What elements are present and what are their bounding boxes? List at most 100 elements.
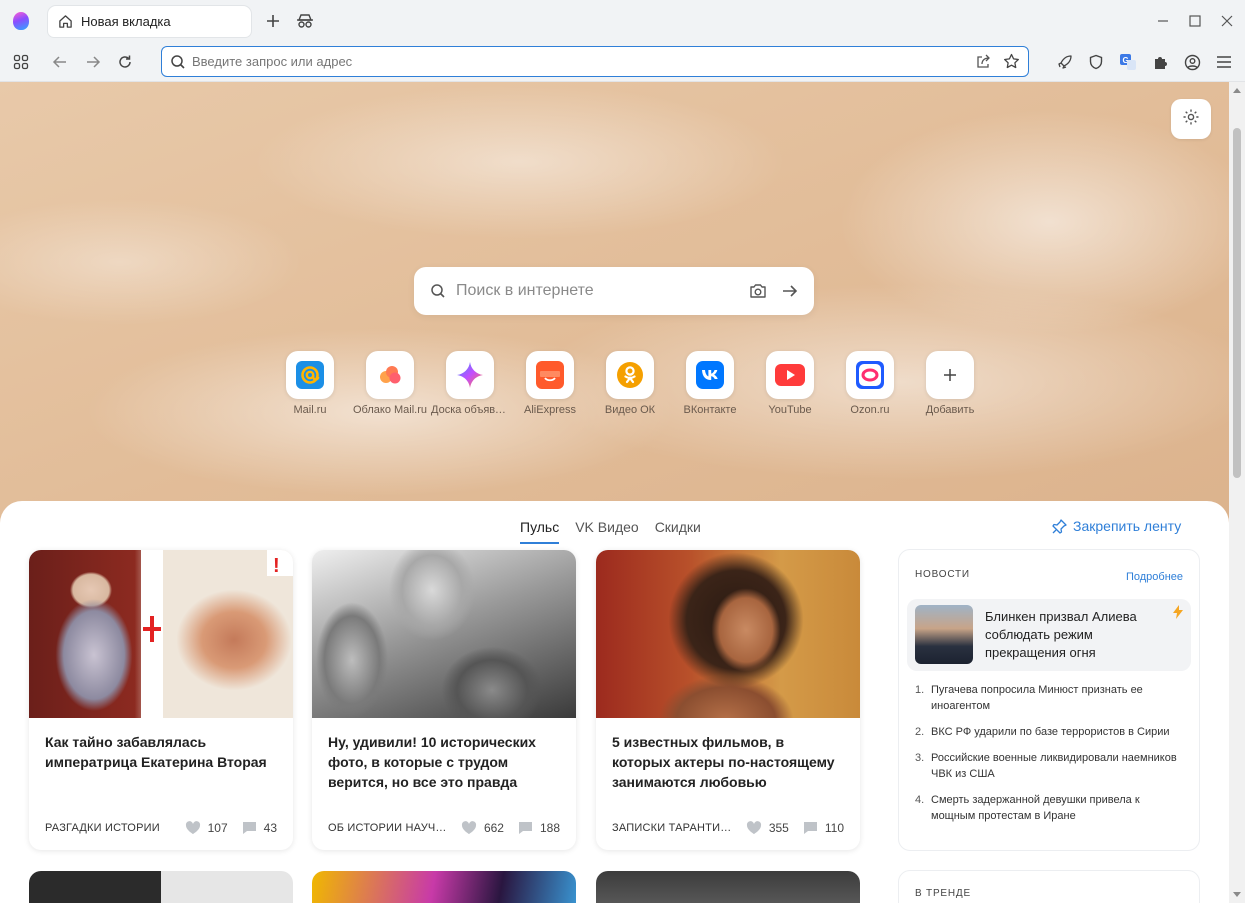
search-icon	[170, 54, 186, 75]
tile-aliexpress[interactable]: AliExpress	[510, 351, 590, 416]
address-bar[interactable]	[161, 46, 1029, 77]
feed-tabs: Пульс VK Видео Скидки	[520, 519, 717, 544]
mailru-icon	[286, 351, 334, 399]
translate-icon[interactable]: G	[1118, 52, 1138, 72]
close-window-button[interactable]	[1216, 10, 1238, 32]
shield-icon[interactable]	[1086, 52, 1106, 72]
cloud-icon	[366, 351, 414, 399]
rocket-icon[interactable]	[1055, 52, 1075, 72]
page-settings-button[interactable]	[1171, 99, 1211, 139]
svg-text:!: !	[273, 555, 280, 577]
like-counter[interactable]: 355	[746, 821, 789, 835]
menu-icon[interactable]	[1214, 52, 1234, 72]
tile-mailru[interactable]: Mail.ru	[270, 351, 350, 416]
lightning-icon	[1173, 605, 1183, 622]
apps-grid-icon[interactable]	[11, 52, 31, 72]
tab-pulse[interactable]: Пульс	[520, 519, 560, 544]
news-top-story[interactable]: Блинкен призвал Алиева соблюдать режим п…	[907, 599, 1191, 671]
news-thumbnail	[915, 605, 973, 664]
arrow-right-icon[interactable]	[780, 281, 800, 306]
card-source[interactable]: РАЗГАДКИ ИСТОРИИ	[45, 822, 171, 834]
gear-icon	[1182, 108, 1200, 131]
browser-logo-icon[interactable]	[13, 12, 29, 30]
content-feed: Пульс VK Видео Скидки Закрепить ленту ! …	[0, 501, 1229, 903]
extensions-puzzle-icon[interactable]	[1150, 52, 1170, 72]
scroll-thumb[interactable]	[1233, 128, 1241, 478]
reload-button[interactable]	[115, 52, 135, 72]
tile-cloud[interactable]: Облако Mail.ru	[350, 351, 430, 416]
tile-ozon[interactable]: Ozon.ru	[830, 351, 910, 416]
youtube-icon	[766, 351, 814, 399]
card-meta: ЗАПИСКИ ТАРАНТИНО 355 110	[612, 821, 844, 835]
tile-vk[interactable]: ВКонтакте	[670, 351, 750, 416]
comment-icon	[803, 822, 817, 834]
comment-icon	[518, 822, 532, 834]
scroll-down-arrow-icon[interactable]	[1233, 892, 1241, 897]
card-image	[596, 550, 860, 718]
maximize-button[interactable]	[1184, 10, 1206, 32]
toolbar: G	[0, 42, 1245, 82]
news-list: 1. Пугачева попросила Минюст признать ее …	[915, 682, 1185, 834]
card-source[interactable]: ОБ ИСТОРИИ НАУЧНО	[328, 822, 447, 834]
new-tab-page: Mail.ru Облако Mail.ru Доска объявлений …	[0, 82, 1229, 903]
feed-card-partial[interactable]	[596, 871, 860, 903]
heart-icon	[746, 821, 761, 834]
address-input[interactable]	[192, 54, 952, 69]
news-top-title: Блинкен призвал Алиева соблюдать режим п…	[985, 609, 1137, 660]
card-meta: РАЗГАДКИ ИСТОРИИ 107 43	[45, 821, 277, 835]
comment-counter[interactable]: 110	[803, 821, 844, 835]
scroll-up-arrow-icon[interactable]	[1233, 88, 1241, 93]
camera-icon[interactable]	[748, 281, 768, 306]
news-header: НОВОСТИ	[915, 569, 970, 580]
back-button[interactable]	[50, 52, 70, 72]
aliexpress-icon	[526, 351, 574, 399]
comment-counter[interactable]: 43	[242, 821, 277, 835]
tile-add[interactable]: Добавить	[910, 351, 990, 416]
tab-title: Новая вкладка	[81, 14, 171, 29]
feed-card[interactable]: 5 известных фильмов, в которых актеры по…	[596, 550, 860, 850]
profile-icon[interactable]	[1182, 52, 1202, 72]
news-item[interactable]: 1. Пугачева попросила Минюст признать ее …	[915, 682, 1185, 714]
tab-vk-video[interactable]: VK Видео	[575, 519, 638, 544]
web-search-input[interactable]	[456, 282, 736, 300]
comment-counter[interactable]: 188	[518, 821, 560, 835]
pin-icon	[1052, 518, 1067, 534]
card-title[interactable]: 5 известных фильмов, в которых актеры по…	[596, 718, 860, 814]
ozon-icon	[846, 351, 894, 399]
card-source[interactable]: ЗАПИСКИ ТАРАНТИНО	[612, 822, 732, 834]
minimize-button[interactable]	[1152, 10, 1174, 32]
search-icon	[430, 283, 446, 304]
card-meta: ОБ ИСТОРИИ НАУЧНО 662 188	[328, 821, 560, 835]
new-tab-button[interactable]	[263, 11, 283, 31]
pin-feed-button[interactable]: Закрепить ленту	[1052, 518, 1181, 534]
tab-new-tab[interactable]: Новая вкладка	[48, 6, 251, 37]
news-item[interactable]: 2. ВКС РФ ударили по базе террористов в С…	[915, 724, 1185, 740]
web-search-box[interactable]	[414, 267, 814, 315]
feed-card-partial[interactable]	[29, 871, 293, 903]
like-counter[interactable]: 107	[185, 821, 228, 835]
page-scrollbar[interactable]	[1229, 82, 1245, 903]
card-image	[312, 550, 576, 718]
like-counter[interactable]: 662	[461, 821, 504, 835]
card-title[interactable]: Ну, удивили! 10 исторических фото, в кот…	[312, 718, 576, 814]
news-item[interactable]: 4. Смерть задержанной девушки привела к м…	[915, 792, 1185, 824]
tile-ok-video[interactable]: Видео ОК	[590, 351, 670, 416]
heart-icon	[461, 821, 477, 834]
feed-card[interactable]: Ну, удивили! 10 исторических фото, в кот…	[312, 550, 576, 850]
forward-button[interactable]	[83, 52, 103, 72]
news-more-link[interactable]: Подробнее	[1126, 571, 1183, 583]
home-icon	[58, 14, 74, 30]
tab-discounts[interactable]: Скидки	[655, 519, 701, 544]
trends-header: В ТРЕНДЕ	[915, 888, 971, 899]
news-item[interactable]: 3. Российские военные ликвидировали наемн…	[915, 750, 1185, 782]
tile-youtube[interactable]: YouTube	[750, 351, 830, 416]
card-title[interactable]: Как тайно забавлялась императрица Екатер…	[29, 718, 293, 814]
feed-card-partial[interactable]	[312, 871, 576, 903]
share-icon[interactable]	[975, 53, 992, 75]
vk-icon	[686, 351, 734, 399]
tile-classifieds[interactable]: Доска объявлений	[430, 351, 510, 416]
card-image: !	[29, 550, 293, 718]
incognito-icon[interactable]	[294, 11, 316, 31]
bookmark-star-icon[interactable]	[1003, 53, 1020, 75]
feed-card[interactable]: ! Как тайно забавлялась императрица Екат…	[29, 550, 293, 850]
